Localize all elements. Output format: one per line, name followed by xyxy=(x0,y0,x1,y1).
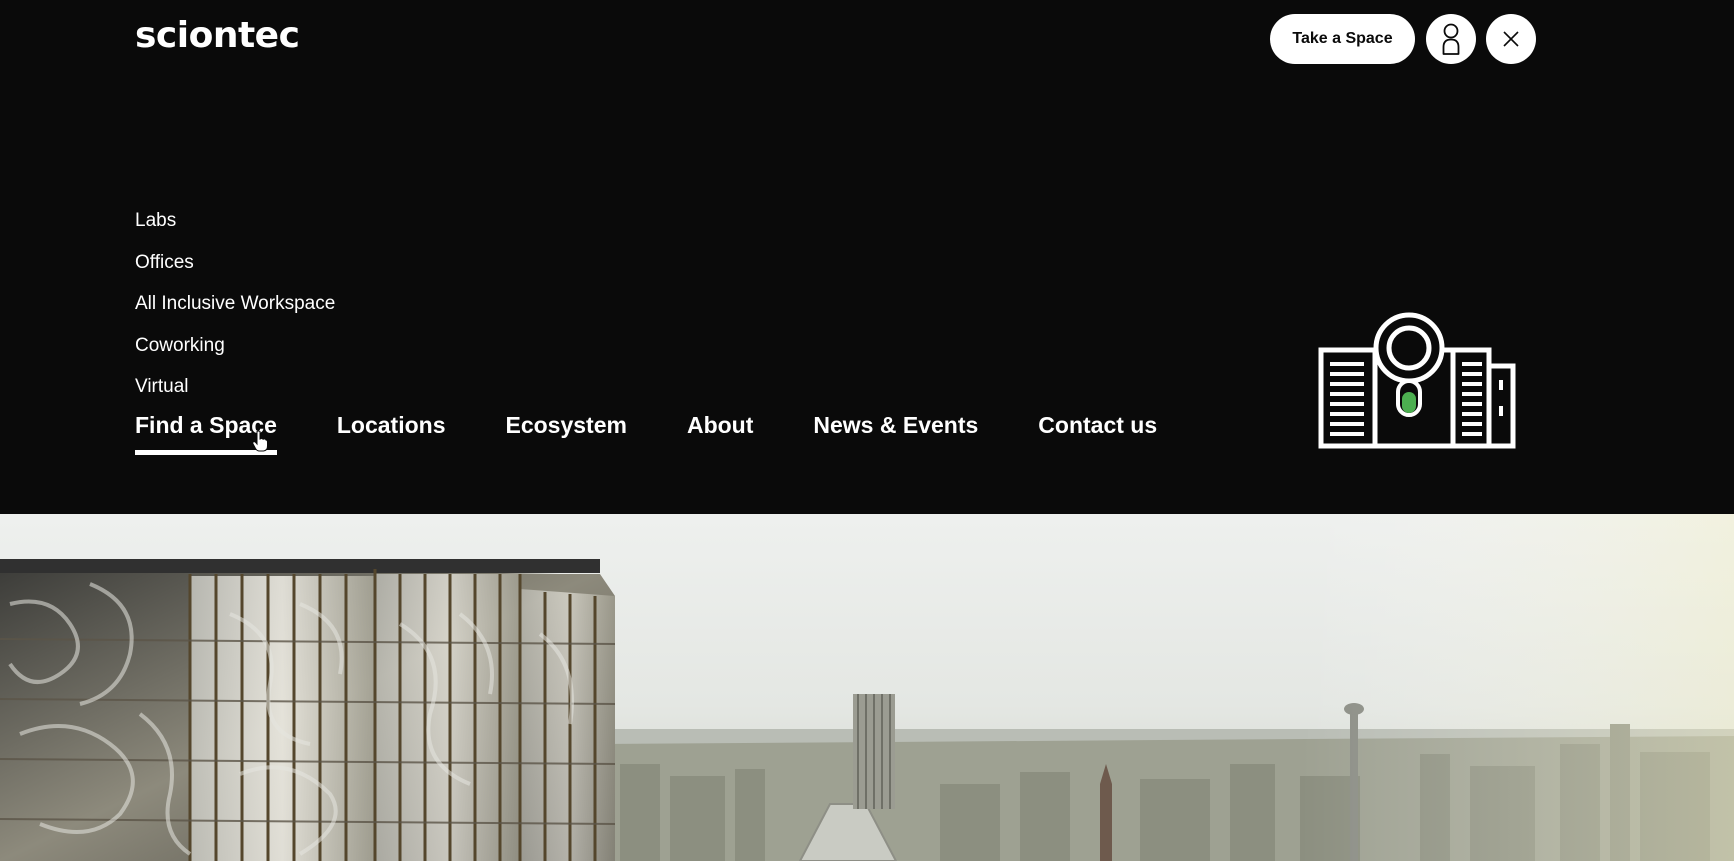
nav-item-news-events[interactable]: News & Events xyxy=(813,405,978,445)
nav-item-ecosystem[interactable]: Ecosystem xyxy=(506,405,627,445)
cityscape-photo xyxy=(0,514,1734,861)
nav-item-locations[interactable]: Locations xyxy=(337,405,446,445)
site-logo[interactable]: sciontec xyxy=(135,14,300,58)
submenu-item-coworking[interactable]: Coworking xyxy=(135,325,335,367)
header-actions: Take a Space xyxy=(1270,14,1536,64)
close-menu-button[interactable] xyxy=(1486,14,1536,64)
page: sciontec Take a Space Labs Offices All I… xyxy=(0,0,1734,861)
submenu-item-labs[interactable]: Labs xyxy=(135,200,335,242)
hand-pointer-cursor-icon xyxy=(252,430,268,452)
take-a-space-button[interactable]: Take a Space xyxy=(1270,14,1415,64)
main-navigation: Find a Space Locations Ecosystem About N… xyxy=(135,405,1157,455)
nav-item-contact-us[interactable]: Contact us xyxy=(1038,405,1157,445)
navigation-overlay: sciontec Take a Space Labs Offices All I… xyxy=(0,0,1734,514)
hero-cityscape-image xyxy=(0,514,1734,861)
lab-buildings-search-icon xyxy=(1318,312,1516,449)
find-a-space-submenu: Labs Offices All Inclusive Workspace Cow… xyxy=(135,200,335,408)
user-icon xyxy=(1442,23,1460,55)
submenu-item-all-inclusive-workspace[interactable]: All Inclusive Workspace xyxy=(135,283,335,325)
close-icon xyxy=(1503,31,1519,47)
account-button[interactable] xyxy=(1426,14,1476,64)
submenu-item-offices[interactable]: Offices xyxy=(135,242,335,284)
nav-item-about[interactable]: About xyxy=(687,405,753,445)
submenu-item-virtual[interactable]: Virtual xyxy=(135,366,335,408)
